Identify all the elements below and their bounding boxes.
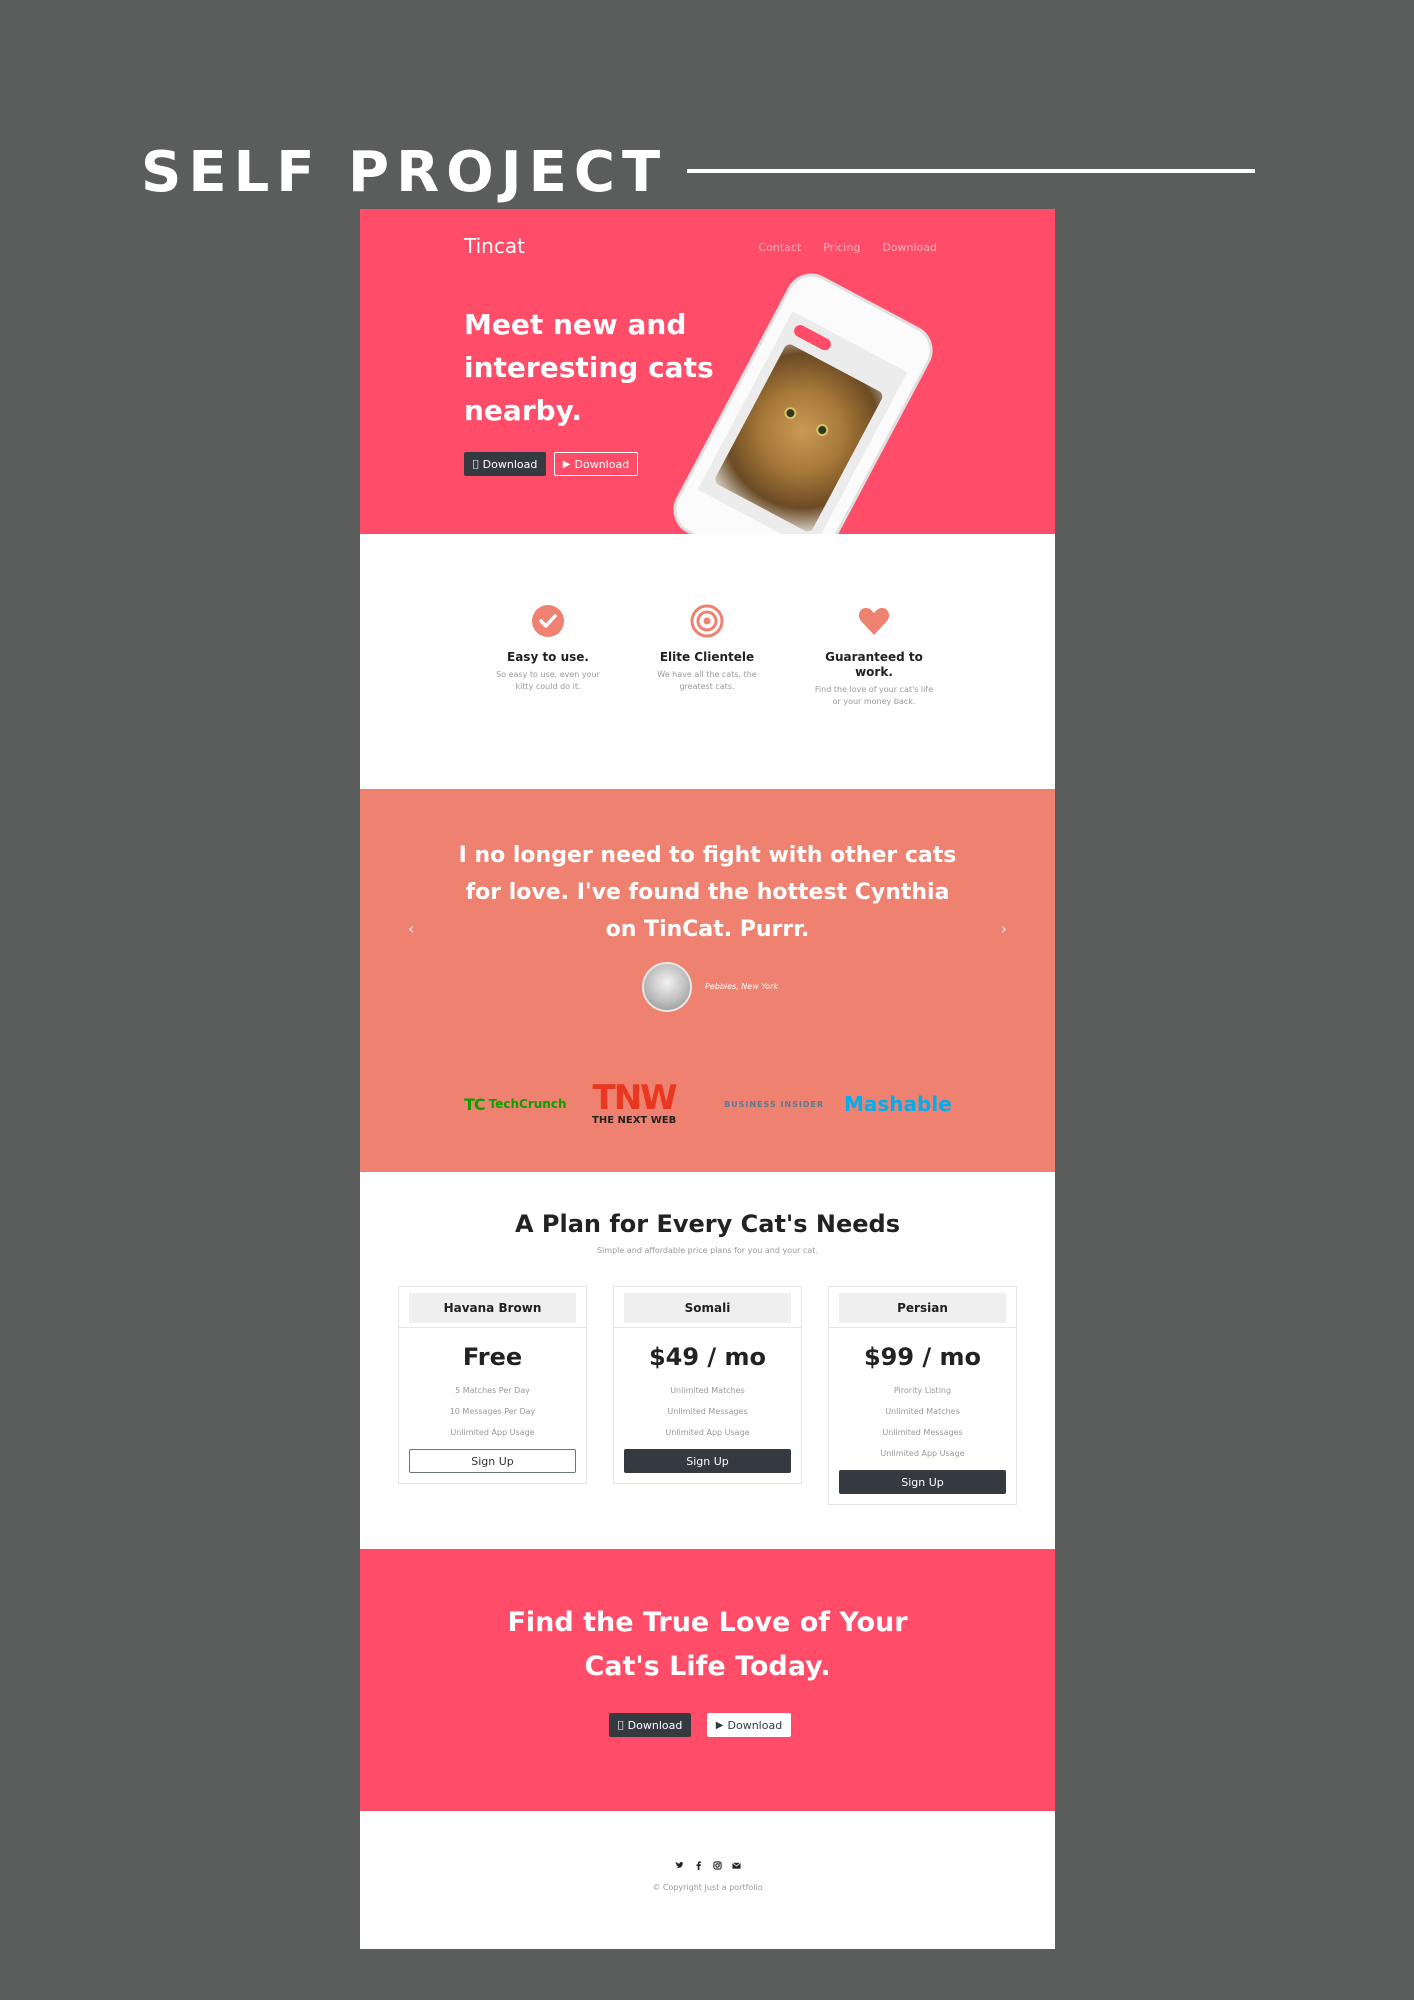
nav-link-pricing[interactable]: Pricing <box>823 241 860 254</box>
plan-card-somali: Somali $49 / mo Unlimited Matches Unlimi… <box>613 1286 802 1484</box>
card-divider <box>829 1327 1016 1328</box>
poster-divider <box>687 169 1255 173</box>
feature-text: So easy to use, even your kitty could do… <box>496 670 600 691</box>
features-section: Easy to use. So easy to use, even your k… <box>360 534 1055 789</box>
brand-logo[interactable]: Tincat <box>464 234 525 258</box>
check-circle-icon <box>532 605 564 637</box>
feature-title: Elite Clientele <box>659 650 755 664</box>
cta-play-download-label: Download <box>727 1718 783 1732</box>
cat-photo <box>713 342 885 534</box>
plan-feature: Unlimited Matches <box>670 1386 745 1395</box>
website-mockup: Tincat Contact Pricing Download Meet new… <box>360 209 1055 1949</box>
plan-feature: Unlimited Messages <box>882 1428 963 1437</box>
plan-features: 5 Matches Per Day 10 Messages Per Day Un… <box>399 1380 586 1443</box>
pricing-subtitle: Simple and affordable price plans for yo… <box>597 1246 818 1255</box>
instagram-icon[interactable] <box>712 1861 722 1870</box>
plan-feature: Unlimited App Usage <box>880 1449 965 1458</box>
mashable-logo: Mashable <box>844 1092 952 1116</box>
footer: © Copyright Just a portfolio <box>360 1811 1055 1949</box>
copyright-text: © Copyright Just a portfolio <box>652 1883 763 1892</box>
plan-feature: Unlimited App Usage <box>665 1428 750 1437</box>
cta-apple-download-label: Download <box>624 1718 683 1732</box>
sign-up-button[interactable]: Sign Up <box>839 1470 1006 1494</box>
phone-screen <box>697 311 908 534</box>
apple-icon:  <box>618 1720 624 1731</box>
plan-price: Free <box>462 1343 523 1371</box>
business-insider-logo: BUSINESS INSIDER <box>724 1099 825 1109</box>
plan-price: $99 / mo <box>863 1343 982 1371</box>
cta-headline: Find the True Love of Your Cat's Life To… <box>507 1607 908 1682</box>
card-divider <box>614 1327 801 1328</box>
tnw-wordmark: THE NEXT WEB <box>592 1115 677 1126</box>
plan-features: Pirority Listing Unlimited Matches Unlim… <box>829 1380 1016 1464</box>
hero-headline: Meet new and interesting cats nearby. <box>464 308 714 427</box>
plan-feature: 10 Messages Per Day <box>449 1407 536 1416</box>
techcrunch-wordmark: TechCrunch <box>488 1097 567 1111</box>
envelope-icon[interactable] <box>731 1861 741 1870</box>
plan-feature: Unlimited Matches <box>885 1407 960 1416</box>
plan-card-persian: Persian $99 / mo Pirority Listing Unlimi… <box>828 1286 1017 1505</box>
tnw-mark: TNW <box>592 1078 678 1118</box>
twitter-icon[interactable] <box>675 1861 684 1870</box>
pricing-title: A Plan for Every Cat's Needs <box>514 1210 901 1238</box>
sign-up-button[interactable]: Sign Up <box>409 1449 576 1473</box>
plan-feature: Unlimited App Usage <box>450 1428 535 1437</box>
plan-features: Unlimited Matches Unlimited Messages Unl… <box>614 1380 801 1443</box>
feature-text: We have all the cats, the greatest cats. <box>657 670 757 691</box>
testimonial-quote: I no longer need to fight with other cat… <box>458 843 957 942</box>
play-download-button[interactable]: ▶ Download <box>554 452 638 476</box>
play-icon: ▶ <box>715 1719 724 1731</box>
poster-title: SELF PROJECT <box>141 140 668 205</box>
card-divider <box>399 1327 586 1328</box>
apple-download-label: Download <box>479 457 538 471</box>
nav-links: Contact Pricing Download <box>758 241 937 254</box>
feature-text: Find the love of your cat's life or your… <box>814 685 934 706</box>
facebook-icon[interactable] <box>694 1861 703 1870</box>
plan-name: Persian <box>839 1293 1006 1323</box>
testimonial-author: Pebbles, New York <box>705 982 779 991</box>
plan-feature: Unlimited Messages <box>667 1407 748 1416</box>
testimonial-section: ‹ › I no longer need to fight with other… <box>360 789 1055 1172</box>
feature-title: Easy to use. <box>507 650 589 664</box>
plan-name: Somali <box>624 1293 791 1323</box>
heart-icon <box>858 608 890 635</box>
carousel-next-icon[interactable]: › <box>1001 919 1007 938</box>
plan-feature: 5 Matches Per Day <box>455 1386 530 1395</box>
social-links <box>360 1861 1055 1870</box>
plan-card-havana-brown: Havana Brown Free 5 Matches Per Day 10 M… <box>398 1286 587 1484</box>
plan-name: Havana Brown <box>409 1293 576 1323</box>
feature-guaranteed: Guaranteed to work. Find the love of you… <box>814 604 934 708</box>
nav-link-download[interactable]: Download <box>882 241 937 254</box>
apple-download-button[interactable]:  Download <box>464 452 546 476</box>
nav-link-contact[interactable]: Contact <box>758 241 801 254</box>
cta-play-download-button[interactable]: ▶ Download <box>707 1713 791 1737</box>
play-download-label: Download <box>574 457 630 471</box>
avatar <box>642 962 692 1012</box>
techcrunch-mark-icon: TC <box>464 1094 486 1114</box>
play-icon: ▶ <box>562 458 571 470</box>
feature-elite: Elite Clientele We have all the cats, th… <box>647 604 767 693</box>
feature-easy: Easy to use. So easy to use, even your k… <box>488 604 608 693</box>
cat-eye-left <box>782 405 799 422</box>
hero-section: Tincat Contact Pricing Download Meet new… <box>360 209 1055 534</box>
tnw-logo: TNW THE NEXT WEB <box>592 1078 678 1129</box>
press-logos: TC TechCrunch TNW THE NEXT WEB BUSINESS I… <box>464 1079 954 1129</box>
cta-apple-download-button[interactable]:  Download <box>609 1713 691 1737</box>
sign-up-button[interactable]: Sign Up <box>624 1449 791 1473</box>
apple-icon:  <box>473 459 479 470</box>
plan-price: $49 / mo <box>648 1343 767 1371</box>
pricing-section: A Plan for Every Cat's Needs Simple and … <box>360 1172 1055 1549</box>
cta-section: Find the True Love of Your Cat's Life To… <box>360 1549 1055 1811</box>
target-icon <box>690 604 724 638</box>
plan-feature: Pirority Listing <box>893 1386 952 1395</box>
carousel-prev-icon[interactable]: ‹ <box>408 919 414 938</box>
techcrunch-logo: TC TechCrunch <box>464 1079 567 1129</box>
feature-title: Guaranteed to work. <box>825 650 923 679</box>
cat-eye-right <box>814 421 831 439</box>
